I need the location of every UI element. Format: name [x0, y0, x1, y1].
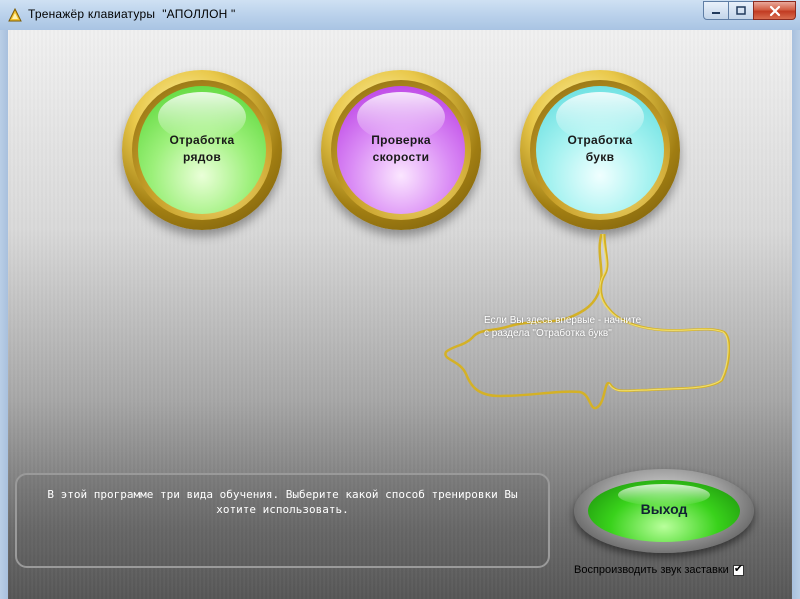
main-panel: Отработка рядов Проверка скорости Отрабо… — [8, 30, 792, 599]
maximize-icon — [736, 5, 746, 15]
window-frame-left — [0, 30, 8, 599]
mode-button-rows-face: Отработка рядов — [138, 86, 266, 214]
sound-option[interactable]: Воспроизводить звук заставки ✔ — [574, 562, 744, 578]
sound-checkbox[interactable]: ✔ — [732, 562, 744, 576]
minimize-button[interactable] — [703, 1, 729, 20]
title-bar[interactable]: Тренажёр клавиатуры "АПОЛЛОН " — [0, 0, 800, 31]
hint-text: Если Вы здесь впервые - начните с раздел… — [484, 315, 642, 339]
checkmark-icon: ✔ — [733, 562, 744, 575]
exit-button-bezel: Выход — [574, 469, 754, 553]
mode-button-rows-label: Отработка рядов — [169, 133, 235, 164]
close-icon — [769, 5, 780, 16]
window-title: Тренажёр клавиатуры "АПОЛЛОН " — [28, 7, 236, 21]
sound-option-label: Воспроизводить звук заставки — [574, 564, 729, 576]
close-button[interactable] — [753, 1, 796, 20]
mode-button-letters-label: Отработка букв — [567, 133, 633, 164]
mode-button-rows[interactable]: Отработка рядов — [122, 70, 282, 230]
maximize-button[interactable] — [728, 1, 754, 20]
mode-button-speed[interactable]: Проверка скорости — [321, 70, 481, 230]
mode-button-letters-face: Отработка букв — [536, 86, 664, 214]
mode-button-speed-label: Проверка скорости — [371, 133, 431, 164]
app-window: Тренажёр клавиатуры "АПОЛЛОН " Отработка… — [0, 0, 800, 599]
info-panel: В этой программе три вида обучения. Выбе… — [15, 473, 550, 568]
mode-button-speed-face: Проверка скорости — [337, 86, 465, 214]
exit-button[interactable]: Выход — [588, 480, 740, 542]
app-logo-icon — [8, 8, 22, 22]
mode-button-letters[interactable]: Отработка букв — [520, 70, 680, 230]
exit-button-label: Выход — [640, 501, 688, 517]
window-frame-right — [792, 30, 800, 599]
info-text: В этой программе три вида обучения. Выбе… — [47, 488, 518, 516]
minimize-icon — [712, 11, 720, 14]
